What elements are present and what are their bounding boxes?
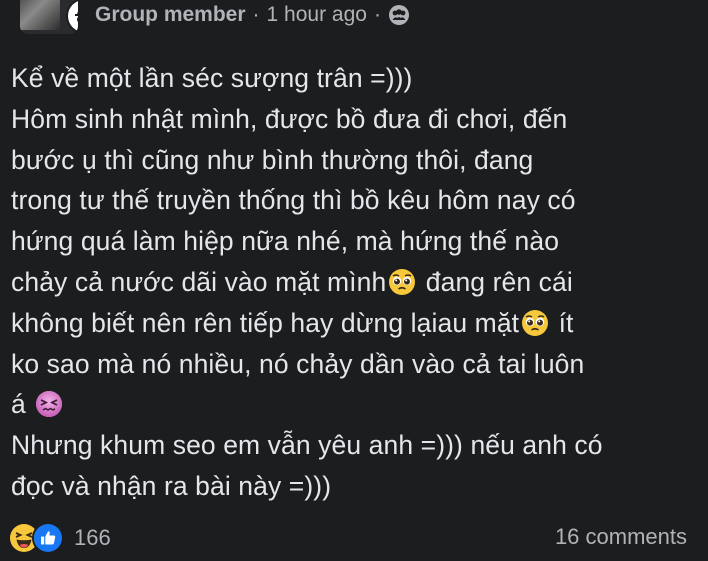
- post-line-text: chảy cả nước dãi vào mặt mình: [11, 266, 387, 297]
- post-meta: Group member · 1 hour ago ·: [95, 3, 410, 27]
- avatar[interactable]: [20, 0, 78, 34]
- anonymous-member-icon: [66, 0, 78, 34]
- meta-separator: ·: [373, 3, 381, 26]
- post-line: đọc và nhận ra bài này =))): [11, 470, 332, 501]
- post-line: bước ụ thì cũng như bình thường thôi, đa…: [11, 144, 534, 175]
- post-time[interactable]: 1 hour ago: [267, 3, 367, 27]
- post-line: ko sao mà nó nhiều, nó chảy dần vào cả t…: [11, 348, 585, 379]
- post-line-text: á: [11, 389, 26, 420]
- pleading-face-icon: [388, 267, 416, 295]
- post-line: không biết nên rên tiếp hay dừng lạiau m…: [11, 303, 701, 344]
- comment-count-link[interactable]: 16 comments: [555, 524, 687, 550]
- post-line-text: đang rên cái: [418, 266, 573, 297]
- post-line: Nhưng khum seo em vẫn yêu anh =))) nếu a…: [11, 430, 603, 461]
- post-line-text: ít: [551, 307, 574, 338]
- post-footer: 166 16 comments: [0, 518, 708, 558]
- post-line: trong tư thế truyền thống thì bồ kêu hôm…: [11, 185, 576, 216]
- post-line: Hôm sinh nhật mình, được bồ đưa đi chơi,…: [11, 103, 568, 134]
- post-text: Kể về một lần séc sượng trân =))) Hôm si…: [11, 58, 701, 507]
- confounded-face-icon: [35, 389, 63, 418]
- reaction-count: 166: [74, 525, 111, 550]
- post-line: hứng quá làm hiệp nữa nhé, mà hứng thế n…: [11, 226, 560, 257]
- post-line-text: không biết nên rên tiếp hay dừng lạiau m…: [11, 307, 520, 338]
- reactions-summary[interactable]: 166: [8, 522, 111, 554]
- group-icon: [388, 4, 410, 26]
- post-line: Kể về một lần séc sượng trân =))): [11, 63, 413, 93]
- meta-separator: ·: [252, 3, 260, 26]
- avatar-image: [20, 0, 60, 30]
- post-line: á: [11, 384, 701, 425]
- post-line: chảy cả nước dãi vào mặt mình đang rên c…: [11, 262, 701, 303]
- pleading-face-icon: [521, 308, 549, 336]
- post-header: Group member · 1 hour ago ·: [0, 0, 708, 34]
- like-reaction-icon: [32, 522, 64, 554]
- author-name[interactable]: Group member: [95, 3, 246, 27]
